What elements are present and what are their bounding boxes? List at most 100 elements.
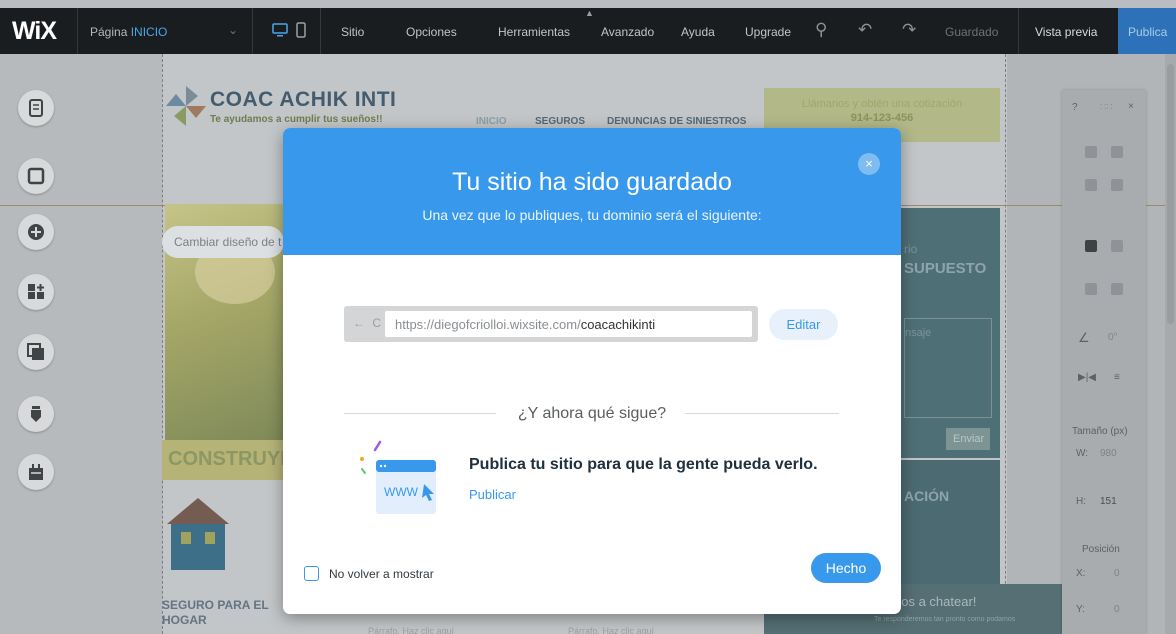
divider: [252, 8, 253, 54]
mobile-icon[interactable]: [293, 22, 309, 38]
publish-prompt-title: Publica tu sitio para que la gente pueda…: [469, 456, 818, 473]
url-domain: coacachikinti: [580, 317, 656, 332]
publish-button[interactable]: Publica: [1118, 8, 1176, 54]
width-value[interactable]: 980: [1100, 448, 1117, 459]
divider: [77, 8, 78, 54]
y-value[interactable]: 0: [1114, 604, 1120, 615]
publish-link[interactable]: Publicar: [469, 487, 516, 502]
page-label: Página: [90, 25, 128, 39]
distribute-icon[interactable]: [1085, 283, 1097, 295]
match-size-icon[interactable]: [1111, 283, 1123, 295]
site-seguro-heading: SEGURO PARA EL HOGAR: [162, 598, 269, 628]
zoom-icon[interactable]: ⚲: [815, 20, 827, 40]
paragraph-label: Párrafo. Haz clic aquí: [368, 626, 455, 634]
form-heading: SUPUESTO: [904, 260, 987, 277]
seguro-line: HOGAR: [162, 613, 207, 627]
saved-status: Guardado: [945, 25, 999, 39]
chat-title: nos a chatear!: [894, 594, 977, 609]
seguro-line: SEGURO PARA EL: [162, 598, 269, 612]
dialog-subtitle: Una vez que lo publiques, tu dominio ser…: [422, 207, 762, 223]
blog-button[interactable]: [18, 396, 54, 432]
menu-herramientas[interactable]: Herramientas: [498, 25, 570, 39]
preview-button[interactable]: Vista previa: [1035, 25, 1097, 39]
rotate-icon[interactable]: ∠: [1078, 330, 1090, 346]
site-title: COAC ACHIK INTI: [210, 88, 397, 111]
call-line: Llámanos y obtén una cotización: [801, 98, 963, 110]
height-value[interactable]: 151: [1100, 496, 1117, 507]
undo-icon[interactable]: ↶: [858, 20, 872, 40]
delete-icon[interactable]: [1111, 179, 1123, 191]
flip-vertical-icon[interactable]: ≡: [1114, 372, 1120, 383]
chat-subtitle: Te responderemos tan pronto como podamos: [874, 616, 1016, 623]
help-icon[interactable]: ?: [1072, 102, 1078, 113]
collapse-caret-icon[interactable]: ▲: [585, 8, 594, 18]
menu-ayuda[interactable]: Ayuda: [681, 25, 715, 39]
divider: [320, 8, 321, 54]
redo-icon[interactable]: ↷: [902, 20, 916, 40]
duplicate-icon[interactable]: [1085, 179, 1097, 191]
editor-topbar: WiX Página INICIO ⌄ Sitio Opciones Herra…: [0, 8, 1176, 54]
page-name: INICIO: [130, 25, 168, 39]
size-label: Tamaño (px): [1072, 426, 1128, 437]
page-selector[interactable]: Página INICIO: [90, 25, 167, 39]
pages-icon: [29, 99, 43, 117]
align-icon[interactable]: [1111, 240, 1123, 252]
store-icon: [29, 464, 43, 480]
site-nav-item: SEGUROS: [535, 116, 586, 127]
y-label: Y:: [1076, 604, 1085, 615]
arrange-icon[interactable]: [1085, 240, 1097, 252]
position-label: Posición: [1082, 544, 1120, 555]
domain-preview-bar: ← C https://diegofcriolloi.wixsite.com/c…: [344, 306, 758, 342]
house-icon: [167, 498, 229, 570]
copy-icon[interactable]: [1085, 146, 1097, 158]
chevron-down-icon[interactable]: ⌄: [228, 23, 238, 37]
menu-avanzado[interactable]: Avanzado: [601, 25, 654, 39]
x-value[interactable]: 0: [1114, 568, 1120, 579]
site-tagline: Te ayudamos a cumplir tus sueños!!: [210, 114, 383, 125]
angle-value[interactable]: 0°: [1108, 332, 1118, 343]
paste-icon[interactable]: [1111, 146, 1123, 158]
site-nav-item: DENUNCIAS DE SINIESTROS: [607, 116, 747, 127]
background-icon: [27, 167, 45, 185]
add-button[interactable]: [18, 214, 54, 250]
dont-show-again-checkbox[interactable]: [304, 566, 319, 581]
width-label: W:: [1076, 448, 1089, 459]
menu-upgrade[interactable]: Upgrade: [745, 25, 791, 39]
paragraph-label: Párrafo. Haz clic aquí: [568, 626, 655, 634]
url-prefix: https://diegofcriolloi.wixsite.com/: [395, 317, 581, 332]
form-send-button: Enviar: [946, 428, 990, 450]
form-label: rio: [904, 242, 918, 256]
close-icon[interactable]: ×: [1128, 101, 1134, 112]
menu-sitio[interactable]: Sitio: [341, 25, 364, 39]
next-steps-heading: ¿Y ahora qué sigue?: [517, 405, 667, 422]
background-button[interactable]: [18, 158, 54, 194]
canvas-scrollbar[interactable]: [1165, 54, 1176, 634]
site-construye-banner: CONSTRUYE: [162, 440, 294, 480]
media-button[interactable]: [18, 334, 54, 370]
www-text: WWW: [384, 485, 419, 499]
edit-domain-button[interactable]: Editar: [769, 309, 838, 340]
pages-menu-button[interactable]: [18, 90, 54, 126]
desktop-icon[interactable]: [272, 22, 288, 38]
guide-line: [162, 54, 163, 634]
wix-logo: WiX: [12, 17, 57, 45]
close-icon: ×: [865, 156, 873, 171]
app-market-button[interactable]: [18, 274, 54, 310]
change-design-button[interactable]: Cambiar diseño de t: [162, 226, 284, 258]
browser-nav-icon: ← C: [353, 316, 383, 330]
dont-show-again-label[interactable]: No volver a mostrar: [329, 567, 434, 581]
flip-icon[interactable]: ▶|◀: [1078, 372, 1096, 383]
menu-opciones[interactable]: Opciones: [406, 25, 457, 39]
x-label: X:: [1076, 568, 1086, 579]
call-phone: 914-123-456: [850, 112, 914, 124]
plus-icon: [28, 224, 44, 240]
drag-handle-icon[interactable]: ∷∷: [1100, 102, 1113, 113]
done-button[interactable]: Hecho: [811, 553, 881, 583]
properties-panel: ? ∷∷ × ∠ 0° ▶|◀ ≡ Tamaño (px) W: 980 H: …: [1062, 90, 1146, 634]
business-button[interactable]: [18, 454, 54, 490]
close-button[interactable]: ×: [858, 153, 880, 175]
dialog-title: Tu sitio ha sido guardado: [452, 168, 732, 196]
scrollbar-thumb[interactable]: [1167, 64, 1174, 324]
pen-icon: [31, 406, 41, 422]
height-label: H:: [1076, 496, 1086, 507]
